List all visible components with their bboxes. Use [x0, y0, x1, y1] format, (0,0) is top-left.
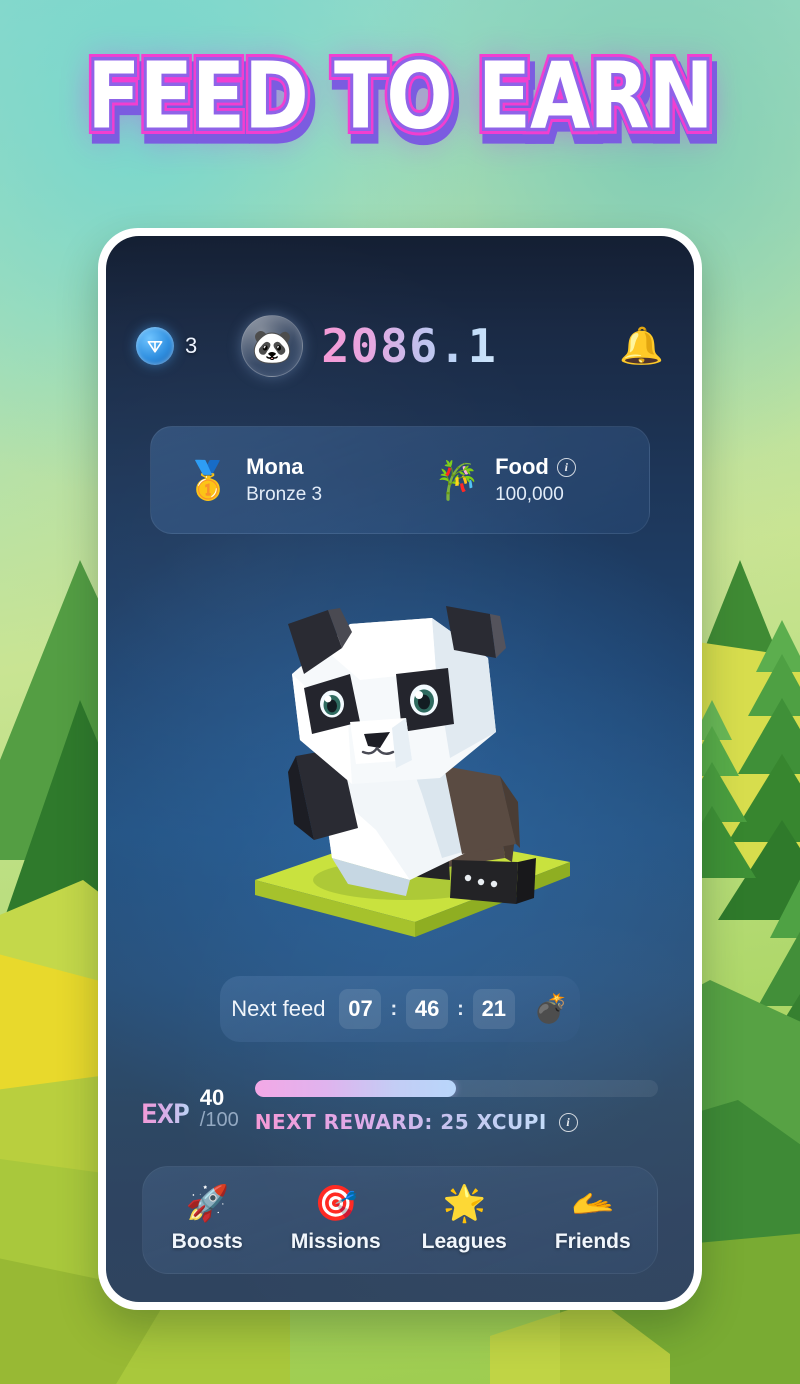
nav-label-leagues: Leagues: [421, 1230, 507, 1253]
nav-item-missions[interactable]: 🎯 Missions: [272, 1186, 401, 1254]
exp-bar-and-reward: NEXT REWARD: 25 XCUPI i: [254, 1080, 658, 1134]
headline-outline-pink: FEED TO EARN: [82, 37, 719, 156]
timer-minutes: 46: [406, 989, 449, 1029]
next-feed-label: Next feed: [231, 996, 326, 1021]
timer-hours: 07: [339, 989, 382, 1029]
headline-outline-purple: FEED TO EARN: [84, 40, 716, 153]
next-feed-timer[interactable]: Next feed 07 : 46 : 21 💣: [220, 976, 580, 1042]
timer-seconds: 21: [472, 989, 515, 1029]
food-stat[interactable]: 🎋 Food i 100,000: [400, 454, 649, 506]
exp-values: 40 /100: [200, 1086, 239, 1131]
bell-icon[interactable]: 🔔: [619, 328, 664, 364]
timer-separator-2: :: [457, 997, 464, 1020]
league-name: Mona: [246, 454, 304, 479]
exp-progress-fill: [254, 1080, 457, 1097]
reward-info-icon[interactable]: i: [558, 1112, 578, 1132]
exp-label: EXP: [140, 1099, 190, 1130]
ton-coin-icon[interactable]: [136, 327, 174, 365]
stats-card: 🥇 Mona Bronze 3 🎋 Food i 100,000: [150, 426, 650, 534]
bottom-nav: 🚀 Boosts 🎯 Missions 🌟 Leagues 🫴 Friends: [142, 1166, 658, 1274]
nav-label-friends: Friends: [554, 1230, 631, 1253]
league-stat[interactable]: 🥇 Mona Bronze 3: [151, 454, 400, 506]
food-info-icon[interactable]: i: [556, 457, 576, 477]
league-rank: Bronze 3: [246, 484, 323, 505]
app-top-bar: 3 🐼 2086.1 🔔: [106, 314, 694, 378]
nav-item-friends[interactable]: 🫴 Friends: [529, 1186, 658, 1254]
exp-progress-bar: [254, 1080, 658, 1097]
food-label: Food: [495, 454, 549, 479]
food-amount: 100,000: [495, 484, 564, 505]
headline-text: FEED TO EARN: [87, 43, 713, 151]
star-badge-icon: 🌟: [442, 1184, 487, 1223]
bronze-league-badge-icon: 🥇: [185, 459, 232, 501]
exp-max: /100: [199, 1108, 239, 1131]
nav-item-leagues[interactable]: 🌟 Leagues: [400, 1186, 529, 1254]
panda-illustration[interactable]: [106, 562, 694, 962]
exp-current: 40: [199, 1085, 225, 1110]
main-balance: 2086.1: [321, 319, 498, 373]
phone-frame: 3 🐼 2086.1 🔔 🥇 Mona Bronze 3 🎋 Food i 10…: [98, 228, 702, 1310]
app-promo-scene: FEED TO EARN FEED TO EARN FEED TO EARN F…: [0, 0, 800, 1384]
next-reward-label: NEXT REWARD: 25 XCUPI: [254, 1110, 547, 1134]
nav-label-boosts: Boosts: [171, 1230, 243, 1253]
headline-glow-layer: FEED TO EARN: [87, 49, 713, 157]
app-screen: 3 🐼 2086.1 🔔 🥇 Mona Bronze 3 🎋 Food i 10…: [106, 236, 694, 1302]
headline-shadow-layer: FEED TO EARN: [85, 44, 724, 166]
panda-avatar-icon[interactable]: 🐼: [241, 315, 304, 377]
ton-balance-label: 3: [185, 333, 198, 358]
nav-label-missions: Missions: [290, 1230, 381, 1253]
gift-hand-icon: 🫴: [570, 1184, 615, 1223]
next-reward-row: NEXT REWARD: 25 XCUPI i: [255, 1110, 658, 1134]
rocket-icon: 🚀: [185, 1184, 230, 1223]
timer-separator-1: :: [390, 997, 398, 1020]
exp-progress-row: EXP 40 /100 NEXT REWARD: 25 XCUPI i: [140, 1074, 658, 1152]
bamboo-icon: 🎋: [434, 459, 481, 501]
panda-avatar-glyph: 🐼: [251, 327, 293, 365]
dart-target-icon: 🎯: [313, 1184, 358, 1223]
nav-item-boosts[interactable]: 🚀 Boosts: [143, 1186, 272, 1254]
promo-headline: FEED TO EARN FEED TO EARN FEED TO EARN F…: [0, 37, 800, 166]
bomb-icon[interactable]: 💣: [534, 995, 569, 1023]
